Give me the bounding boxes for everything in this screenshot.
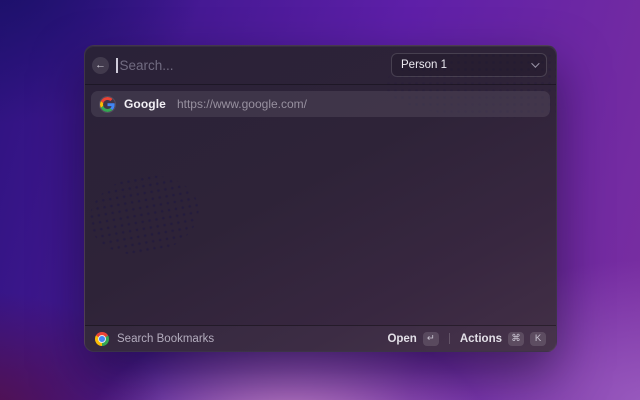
profile-dropdown-value: Person 1 bbox=[401, 59, 448, 71]
actions-label: Actions bbox=[459, 332, 502, 345]
result-url: https://www.google.com/ bbox=[176, 97, 307, 111]
open-action-label: Open bbox=[387, 332, 417, 345]
footer-divider bbox=[448, 333, 450, 344]
search-header: ← Person 1 bbox=[85, 46, 556, 85]
result-row-google[interactable]: Google https://www.google.com/ bbox=[91, 91, 550, 117]
actions-menu-button[interactable]: Actions ⌘ K bbox=[459, 331, 546, 346]
results-list: Google https://www.google.com/ bbox=[85, 85, 556, 325]
enter-key-icon: ↵ bbox=[422, 331, 439, 346]
arrow-left-icon: ← bbox=[95, 58, 106, 71]
google-favicon-icon bbox=[100, 96, 115, 112]
launcher-window: ← Person 1 Google https://www.google.com… bbox=[84, 45, 557, 352]
command-label: Search Bookmarks bbox=[117, 332, 215, 345]
chrome-logo-icon bbox=[95, 331, 109, 346]
profile-dropdown[interactable]: Person 1 bbox=[391, 53, 547, 77]
footer-bar: Search Bookmarks Open ↵ Actions ⌘ K bbox=[85, 325, 556, 351]
open-action[interactable]: Open ↵ bbox=[387, 331, 439, 346]
search-input[interactable] bbox=[117, 57, 391, 73]
command-key-icon: ⌘ bbox=[508, 331, 524, 346]
result-title: Google bbox=[124, 97, 166, 111]
k-key-badge: K bbox=[530, 331, 546, 346]
chevron-down-icon bbox=[531, 59, 540, 68]
back-button[interactable]: ← bbox=[92, 56, 109, 74]
